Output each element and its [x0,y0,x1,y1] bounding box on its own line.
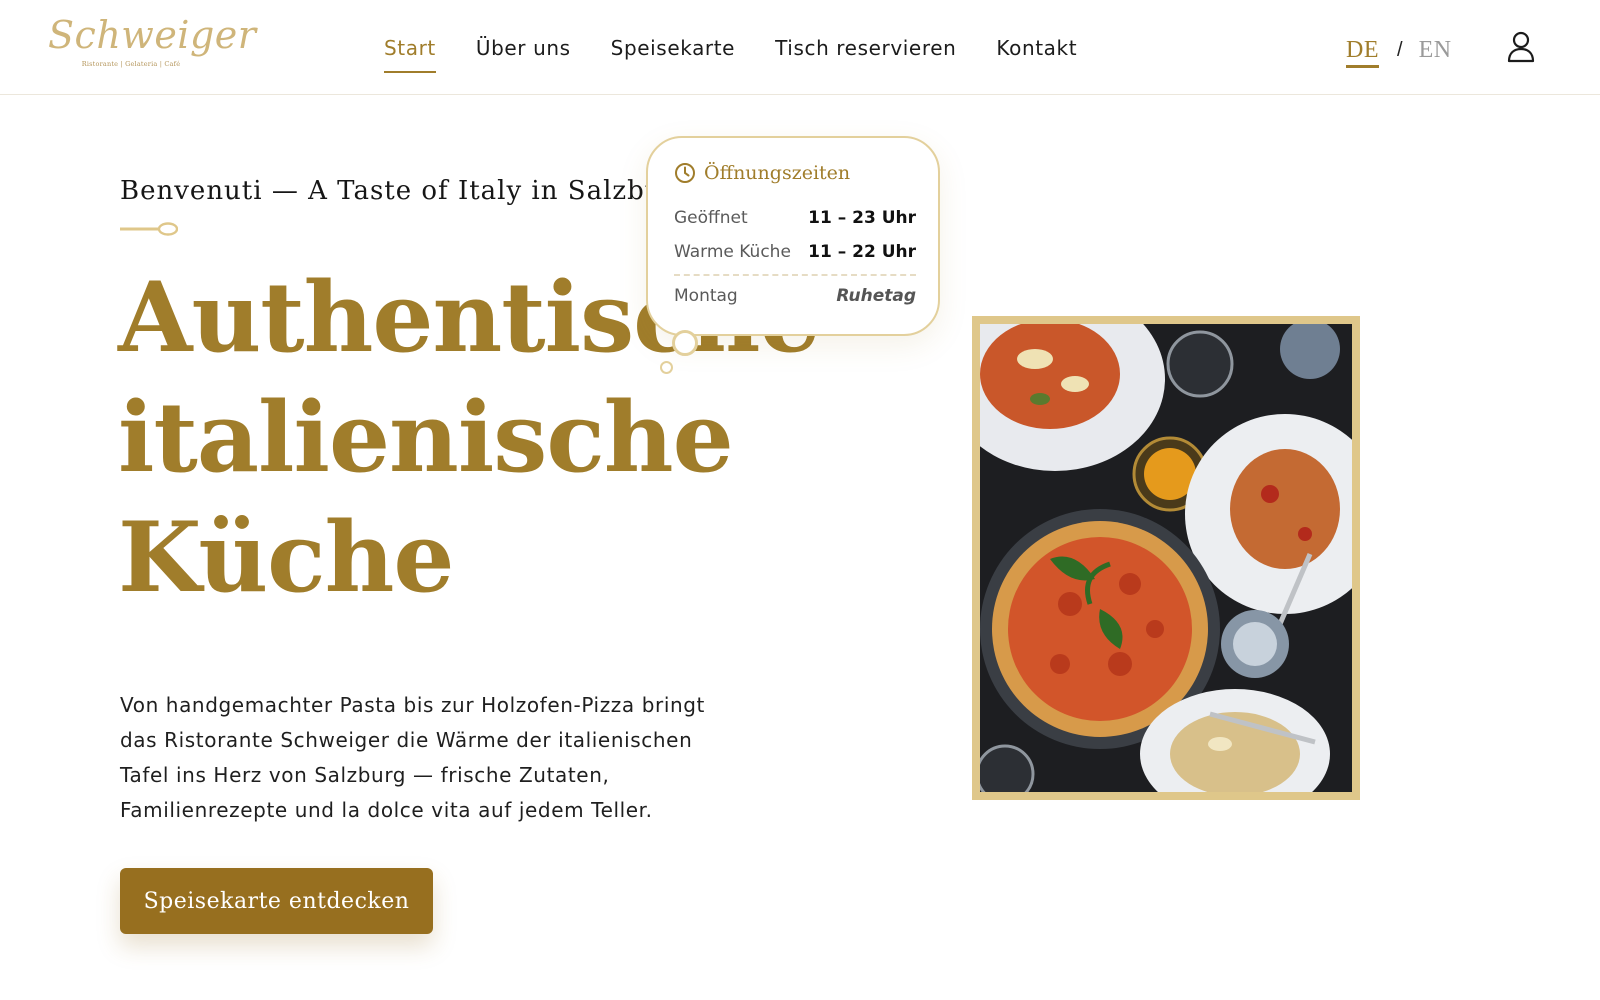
nav-item-start[interactable]: Start [384,30,436,73]
opening-hours-card: Öffnungszeiten Geöffnet 11 – 23 Uhr Warm… [646,136,940,336]
language-switcher: DE / EN [1346,30,1452,70]
lang-de-link[interactable]: DE [1346,37,1379,68]
hours-label: Warme Küche [674,242,791,262]
nav-item-speisekarte[interactable]: Speisekarte [611,30,735,70]
main-nav: Start Über uns Speisekarte Tisch reservi… [384,30,1117,73]
nav-item-tisch-reservieren[interactable]: Tisch reservieren [775,30,956,70]
card-bubble-decoration-small [660,361,673,374]
lang-separator: / [1397,38,1403,61]
lang-en-link[interactable]: EN [1419,37,1452,64]
hero-intro: Von handgemachter Pasta bis zur Holzofen… [120,693,705,822]
nav-item-kontakt[interactable]: Kontakt [996,30,1077,70]
logo[interactable]: Schweiger Ristorante | Gelateria | Café [48,10,257,74]
closed-day-value: Ruhetag [836,286,916,306]
hours-row-kitchen: Warme Küche 11 – 22 Uhr [674,242,916,262]
headline-line-2: italienische [118,381,734,494]
opening-hours-title-text: Öffnungszeiten [704,162,851,184]
opening-hours-title: Öffnungszeiten [674,162,850,184]
explore-menu-button[interactable]: Speisekarte entdecken [120,868,433,934]
food-illustration [980,324,1352,792]
hours-row-open: Geöffnet 11 – 23 Uhr [674,208,916,228]
hours-value: 11 – 22 Uhr [808,242,916,262]
clock-icon [675,163,695,183]
logo-script: Schweiger [48,13,257,57]
food-photo [972,316,1360,800]
hours-row-closed: Montag Ruhetag [674,286,916,306]
nav-item-ueber-uns[interactable]: Über uns [476,30,571,70]
hours-label: Geöffnet [674,208,748,228]
hours-value: 11 – 23 Uhr [808,208,916,228]
spoon-icon [120,222,178,236]
hours-divider [674,274,916,276]
closed-day-label: Montag [674,286,738,306]
headline-line-3: Küche [118,501,454,614]
user-icon[interactable] [1506,30,1536,64]
card-bubble-decoration [672,330,698,356]
hero-eyebrow: Benvenuti — A Taste of Italy in Salzburg [120,176,694,206]
logo-tagline: Ristorante | Gelateria | Café [81,60,181,68]
site-header: Schweiger Ristorante | Gelateria | Café … [0,0,1600,95]
